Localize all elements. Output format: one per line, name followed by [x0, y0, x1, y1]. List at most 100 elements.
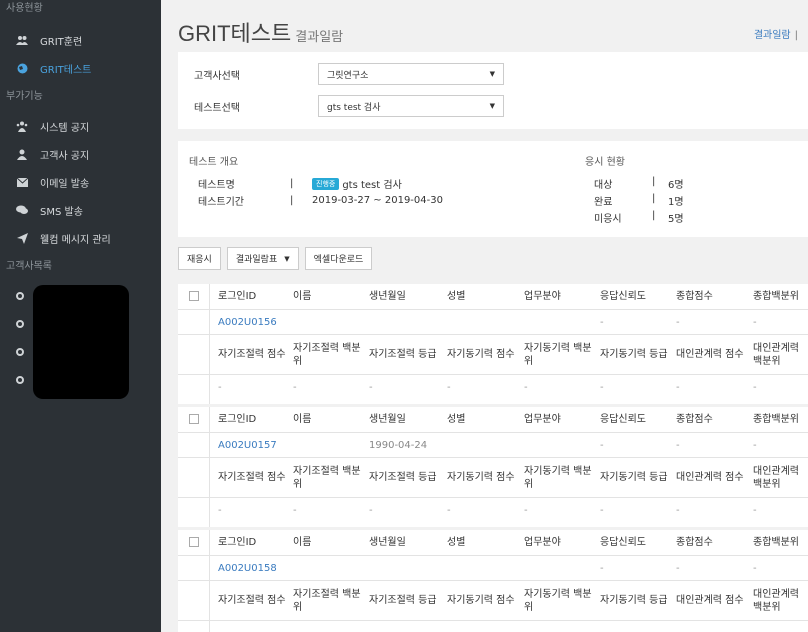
- table-cell: -: [369, 505, 373, 516]
- table-cell: -: [293, 382, 297, 393]
- circle-icon: [16, 376, 24, 384]
- sidebar-item-grit-training[interactable]: GRIT훈련: [0, 26, 161, 54]
- envelope-icon: [16, 176, 28, 188]
- table-cell: -: [218, 382, 222, 393]
- top-nav: 결과일람 |: [754, 26, 798, 41]
- test-period-value: 2019-03-27 ~ 2019-04-30: [312, 195, 443, 206]
- column-header: 이름: [293, 291, 312, 302]
- column-header: 성별: [447, 414, 466, 425]
- column-header: 자기조절력 점수: [218, 472, 286, 483]
- table-cell: -: [369, 382, 373, 393]
- test-select-label: 테스트선택: [194, 102, 240, 114]
- table-cell: -: [676, 382, 680, 393]
- column-header: 업무분야: [524, 291, 561, 302]
- column-header: 자기동기력 점수: [447, 595, 515, 606]
- table-cell: [293, 310, 365, 334]
- sidebar-item-label: 이메일 발송: [40, 178, 90, 190]
- sidebar-item-label: GRIT훈련: [40, 36, 83, 48]
- table-cell: -: [753, 505, 757, 516]
- column-header: 종합백분위: [753, 291, 799, 302]
- result-block: 로그인ID 이름 생년월일 성별 업무분야 응답신뢰도 종합점수 종합백분위 A002U0158…: [178, 530, 808, 632]
- column-header: 성별: [447, 291, 466, 302]
- table-cell: [447, 556, 520, 580]
- login-id-link[interactable]: A002U0156: [218, 310, 289, 334]
- table-row: A002U0158 - - -: [178, 555, 808, 580]
- table-header-row: 로그인ID 이름 생년월일 성별 업무분야 응답신뢰도 종합점수 종합백분위: [178, 284, 808, 309]
- sidebar-item-customer-notice[interactable]: 고객사 공지: [0, 140, 161, 168]
- table-cell: -: [600, 439, 604, 451]
- sidebar-item-label: GRIT테스트: [40, 64, 92, 76]
- comment-icon: [16, 204, 28, 216]
- status-label: 대상: [594, 180, 613, 191]
- customer-select[interactable]: 그릿연구소 ▼: [318, 63, 504, 85]
- column-header: 종합점수: [676, 537, 713, 548]
- overview-title: 테스트 개요: [189, 157, 239, 168]
- column-header: 업무분야: [524, 414, 561, 425]
- table-header-row: 자기조절력 점수 자기조절력 백분위 자기조절력 등급 자기동기력 점수 자기동기력 백…: [178, 334, 808, 374]
- table-cell: -: [524, 382, 528, 393]
- column-header: 이름: [293, 537, 312, 548]
- sidebar-item-grit-test[interactable]: GRIT테스트: [0, 54, 161, 82]
- sidebar-item-welcome-message[interactable]: 웰컴 메시지 관리: [0, 224, 161, 252]
- table-cell: -: [600, 505, 604, 516]
- column-header: 자기조절력 점수: [218, 349, 286, 360]
- separator: |: [290, 195, 294, 206]
- circle-icon: [16, 348, 24, 356]
- test-select[interactable]: gts test 검사 ▼: [318, 95, 504, 117]
- column-header: 자기조절력 등급: [369, 349, 437, 360]
- sidebar-item-system-notice[interactable]: 시스템 공지: [0, 112, 161, 140]
- sidebar-item-sms[interactable]: SMS 발송: [0, 196, 161, 224]
- view-select[interactable]: 결과일람표 ▼: [226, 247, 299, 270]
- column-header: 자기조절력 등급: [369, 472, 437, 483]
- login-id-link[interactable]: A002U0158: [218, 556, 289, 580]
- table-cell: [293, 556, 365, 580]
- column-header: 자기동기력 백분위: [524, 465, 592, 490]
- test-period-row: 테스트기간 | 2019-03-27 ~ 2019-04-30: [198, 193, 443, 208]
- table-cell: -: [676, 562, 680, 574]
- column-header: 성별: [447, 537, 466, 548]
- result-block: 로그인ID 이름 생년월일 성별 업무분야 응답신뢰도 종합점수 종합백분위 A002U0157…: [178, 407, 808, 527]
- column-header: 대인관계력 점수: [676, 472, 744, 483]
- table-cell: -: [218, 621, 289, 632]
- table-row: --------: [178, 497, 808, 523]
- sidebar-item-email[interactable]: 이메일 발송: [0, 168, 161, 196]
- table-cell: -: [676, 505, 680, 516]
- column-header: 업무분야: [524, 537, 561, 548]
- sidebar-section-addon: 부가기능: [6, 91, 43, 102]
- table-cell: -: [753, 382, 757, 393]
- sidebar-section-usage: 사용현황: [6, 3, 43, 14]
- table-cell: -: [447, 621, 520, 632]
- column-header: 생년월일: [369, 291, 406, 302]
- table-cell: -: [600, 382, 604, 393]
- customer-select-value: 그릿연구소: [327, 70, 369, 81]
- table-row: A002U0157 1990-04-24 - - -: [178, 432, 808, 457]
- group-icon: [16, 120, 28, 132]
- retest-button[interactable]: 재응시: [178, 247, 221, 270]
- results-link[interactable]: 결과일람: [754, 30, 791, 41]
- sidebar-item-label: 고객사 공지: [40, 150, 90, 162]
- table-cell: [369, 310, 443, 334]
- excel-download-button[interactable]: 엑셀다운로드: [304, 247, 373, 270]
- column-header: 종합백분위: [753, 414, 799, 425]
- sidebar: 사용현황 GRIT훈련 GRIT테스트 부가기능 시스템 공지 고객사 공지 이…: [0, 0, 161, 632]
- column-header: 대인관계력 점수: [676, 349, 744, 360]
- test-name-label: 테스트명: [198, 180, 235, 191]
- column-header: 로그인ID: [218, 537, 257, 548]
- column-header: 생년월일: [369, 414, 406, 425]
- login-id-link[interactable]: A002U0157: [218, 433, 289, 457]
- circle-icon: [16, 320, 24, 328]
- table-header-row: 로그인ID 이름 생년월일 성별 업무분야 응답신뢰도 종합점수 종합백분위: [178, 407, 808, 432]
- status-row: 대상 | 6명: [594, 176, 684, 191]
- table-cell: -: [447, 505, 451, 516]
- test-name-row: 테스트명 | 진행중 gts test 검사: [198, 176, 402, 191]
- table-cell: -: [293, 621, 365, 632]
- circle-icon: [16, 292, 24, 300]
- view-select-value: 결과일람표: [235, 255, 278, 265]
- status-value: 1명: [668, 197, 684, 208]
- column-header: 자기조절력 백분위: [293, 588, 361, 613]
- table-cell: -: [524, 505, 528, 516]
- table-row: --------: [178, 374, 808, 400]
- page-title: GRIT테스트 결과일람: [178, 16, 343, 48]
- table-cell: [524, 433, 596, 457]
- table-cell: -: [676, 439, 680, 451]
